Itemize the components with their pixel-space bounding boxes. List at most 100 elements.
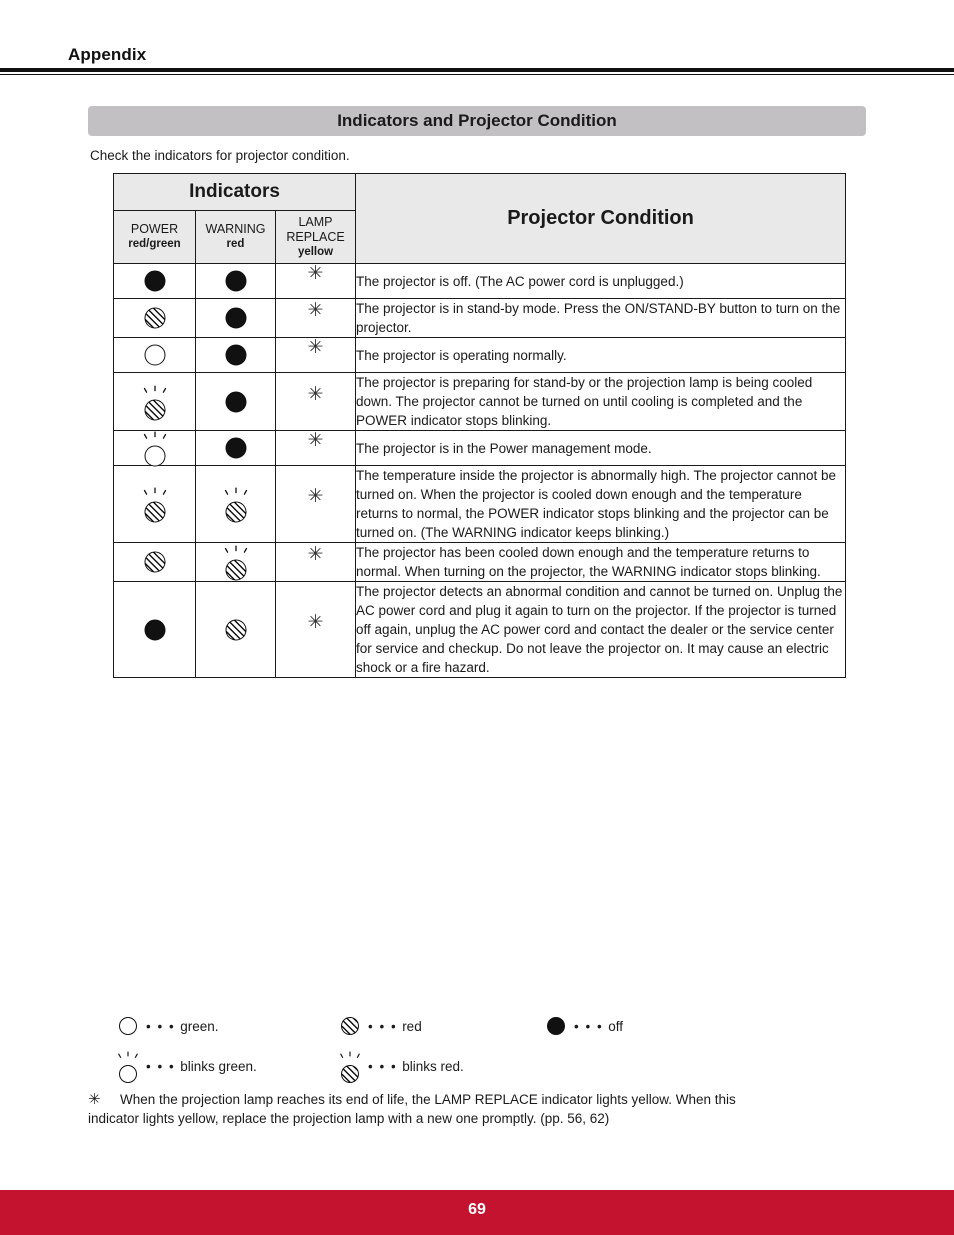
legend-label-red: red <box>402 1018 422 1034</box>
legend-label-blinks-green: blinks green. <box>180 1058 257 1074</box>
head-rule-thin <box>0 74 954 75</box>
red-disc-icon <box>144 501 165 523</box>
lamp-replace-indicator-cell: ✳ <box>274 430 357 466</box>
lamp-replace-indicator-cell: ✳ <box>274 372 357 431</box>
table-row: ✳ The temperature inside the projector is… <box>113 465 847 543</box>
legend-dots: • • • <box>574 1018 604 1034</box>
table-row: ✳ The projector is off. (The AC power cor… <box>113 263 847 299</box>
footnote-line-1: When the projection lamp reaches its end… <box>120 1092 736 1107</box>
header-lamp-replace: LAMP REPLACE yellow <box>274 210 357 264</box>
footnote-line-2: indicator lights yellow, replace the pro… <box>88 1111 610 1126</box>
off-disc-icon <box>225 437 246 459</box>
green-indicator-icon <box>138 338 172 372</box>
header-projector-condition: Projector Condition <box>355 173 847 264</box>
lamp-replace-indicator-cell: ✳ <box>274 298 357 338</box>
red-indicator-icon <box>219 613 253 647</box>
projector-condition-description: The projector is in the Power management… <box>355 430 847 466</box>
legend-item-blinks-red: • • • blinks red. <box>335 1051 541 1083</box>
warning-indicator-cell <box>195 581 276 678</box>
lamp-replace-indicator-cell: ✳ <box>274 336 357 373</box>
red-disc-icon <box>225 619 246 640</box>
footnote-body: When the projection lamp reaches its end… <box>88 1092 828 1128</box>
table-body: ✳ The projector is off. (The AC power cor… <box>113 263 847 678</box>
asterisk-icon: ✳ <box>307 485 324 507</box>
table-row: ✳ The projector is in the Power managemen… <box>113 430 847 467</box>
off-disc-icon <box>225 270 246 292</box>
lamp-replace-asterisk-icon: ✳ <box>299 431 333 465</box>
lamp-replace-asterisk-icon: ✳ <box>299 545 333 579</box>
off-disc-icon <box>144 619 165 640</box>
page-running-head: Appendix <box>0 44 954 75</box>
green-disc-icon <box>144 445 165 467</box>
section-intro-text: Check the indicators for projector condi… <box>90 148 350 163</box>
header-warning-name: WARNING <box>205 222 266 236</box>
off-disc-icon <box>225 344 246 366</box>
lamp-replace-indicator-cell: ✳ <box>274 263 357 299</box>
off-indicator-icon <box>219 385 253 419</box>
projector-condition-description: The projector has been cooled down enoug… <box>355 542 847 582</box>
head-rule-thick <box>0 68 954 72</box>
lamp-replace-asterisk-icon: ✳ <box>299 487 333 521</box>
warning-indicator-cell <box>195 430 276 466</box>
header-warning: WARNING red <box>195 210 276 264</box>
table-head: Indicators Projector Condition POWER red… <box>112 173 847 264</box>
legend-row-2: • • • blinks green. • • • blinks red. <box>113 1046 853 1086</box>
lamp-replace-asterisk-icon: ✳ <box>299 264 333 298</box>
power-indicator-cell <box>113 337 196 373</box>
legend-label-green: green. <box>180 1018 219 1034</box>
power-indicator-cell <box>113 465 196 543</box>
blinks-red-indicator-icon <box>335 1051 365 1083</box>
footnote: ✳ When the projection lamp reaches its e… <box>88 1090 828 1128</box>
green-disc-icon <box>119 1017 137 1035</box>
table-row: ✳ The projector is preparing for stand-by… <box>113 372 847 431</box>
off-indicator-icon <box>541 1011 571 1041</box>
blinks-green-indicator-icon <box>113 1051 143 1083</box>
indicators-table: Indicators Projector Condition POWER red… <box>112 173 847 678</box>
warning-indicator-cell <box>195 263 276 299</box>
red-disc-icon <box>144 399 165 420</box>
legend-dots: • • • <box>368 1058 398 1074</box>
power-indicator-cell <box>113 263 196 299</box>
blinks-green-indicator-icon <box>113 1051 143 1083</box>
off-disc-icon <box>225 391 246 412</box>
blinks-green-indicator-icon <box>138 431 172 467</box>
legend-dots: • • • <box>368 1018 398 1034</box>
lamp-replace-indicator-cell: ✳ <box>274 465 357 543</box>
projector-condition-description: The projector is in stand-by mode. Press… <box>355 298 847 338</box>
lamp-replace-indicator-cell: ✳ <box>274 581 357 678</box>
off-indicator-icon <box>541 1011 571 1041</box>
projector-condition-description: The temperature inside the projector is … <box>355 465 847 543</box>
page-number: 69 <box>468 1201 486 1218</box>
blinks-red-indicator-icon <box>219 545 253 581</box>
red-indicator-icon <box>335 1011 365 1041</box>
section-title: Indicators and Projector Condition <box>337 111 617 130</box>
table-row: ✳ The projector has been cooled down enou… <box>113 542 847 582</box>
projector-condition-description: The projector detects an abnormal condit… <box>355 581 847 678</box>
off-indicator-icon <box>219 431 253 465</box>
off-indicator-icon <box>138 264 172 298</box>
blinks-red-indicator-icon <box>138 487 172 523</box>
power-indicator-cell <box>113 430 196 467</box>
warning-indicator-cell <box>195 298 276 338</box>
red-disc-icon <box>341 1065 359 1083</box>
header-power-name: POWER <box>130 222 179 236</box>
header-indicators-group: Indicators <box>112 173 357 211</box>
lamp-replace-indicator-cell: ✳ <box>274 542 357 582</box>
header-power-color: red/green <box>128 238 181 250</box>
legend-dots: • • • <box>146 1058 176 1074</box>
asterisk-icon: ✳ <box>307 336 324 358</box>
running-head-title: Appendix <box>68 45 147 64</box>
red-indicator-icon <box>138 545 172 579</box>
green-indicator-icon <box>113 1011 143 1041</box>
legend-item-off: • • • off <box>541 1011 741 1041</box>
green-disc-icon <box>144 344 165 366</box>
lamp-replace-asterisk-icon: ✳ <box>299 301 333 335</box>
page-footer-bar: 69 <box>0 1190 954 1235</box>
power-indicator-cell <box>113 372 196 431</box>
legend: • • • green. • • • red • • • off • • • b… <box>113 1006 853 1086</box>
red-indicator-icon <box>335 1011 365 1041</box>
table-row: ✳ The projector is in stand-by mode. Pres… <box>113 298 847 338</box>
section-title-bar: Indicators and Projector Condition <box>88 106 866 136</box>
projector-condition-description: The projector is off. (The AC power cord… <box>355 263 847 299</box>
legend-label-blinks-red: blinks red. <box>402 1058 464 1074</box>
